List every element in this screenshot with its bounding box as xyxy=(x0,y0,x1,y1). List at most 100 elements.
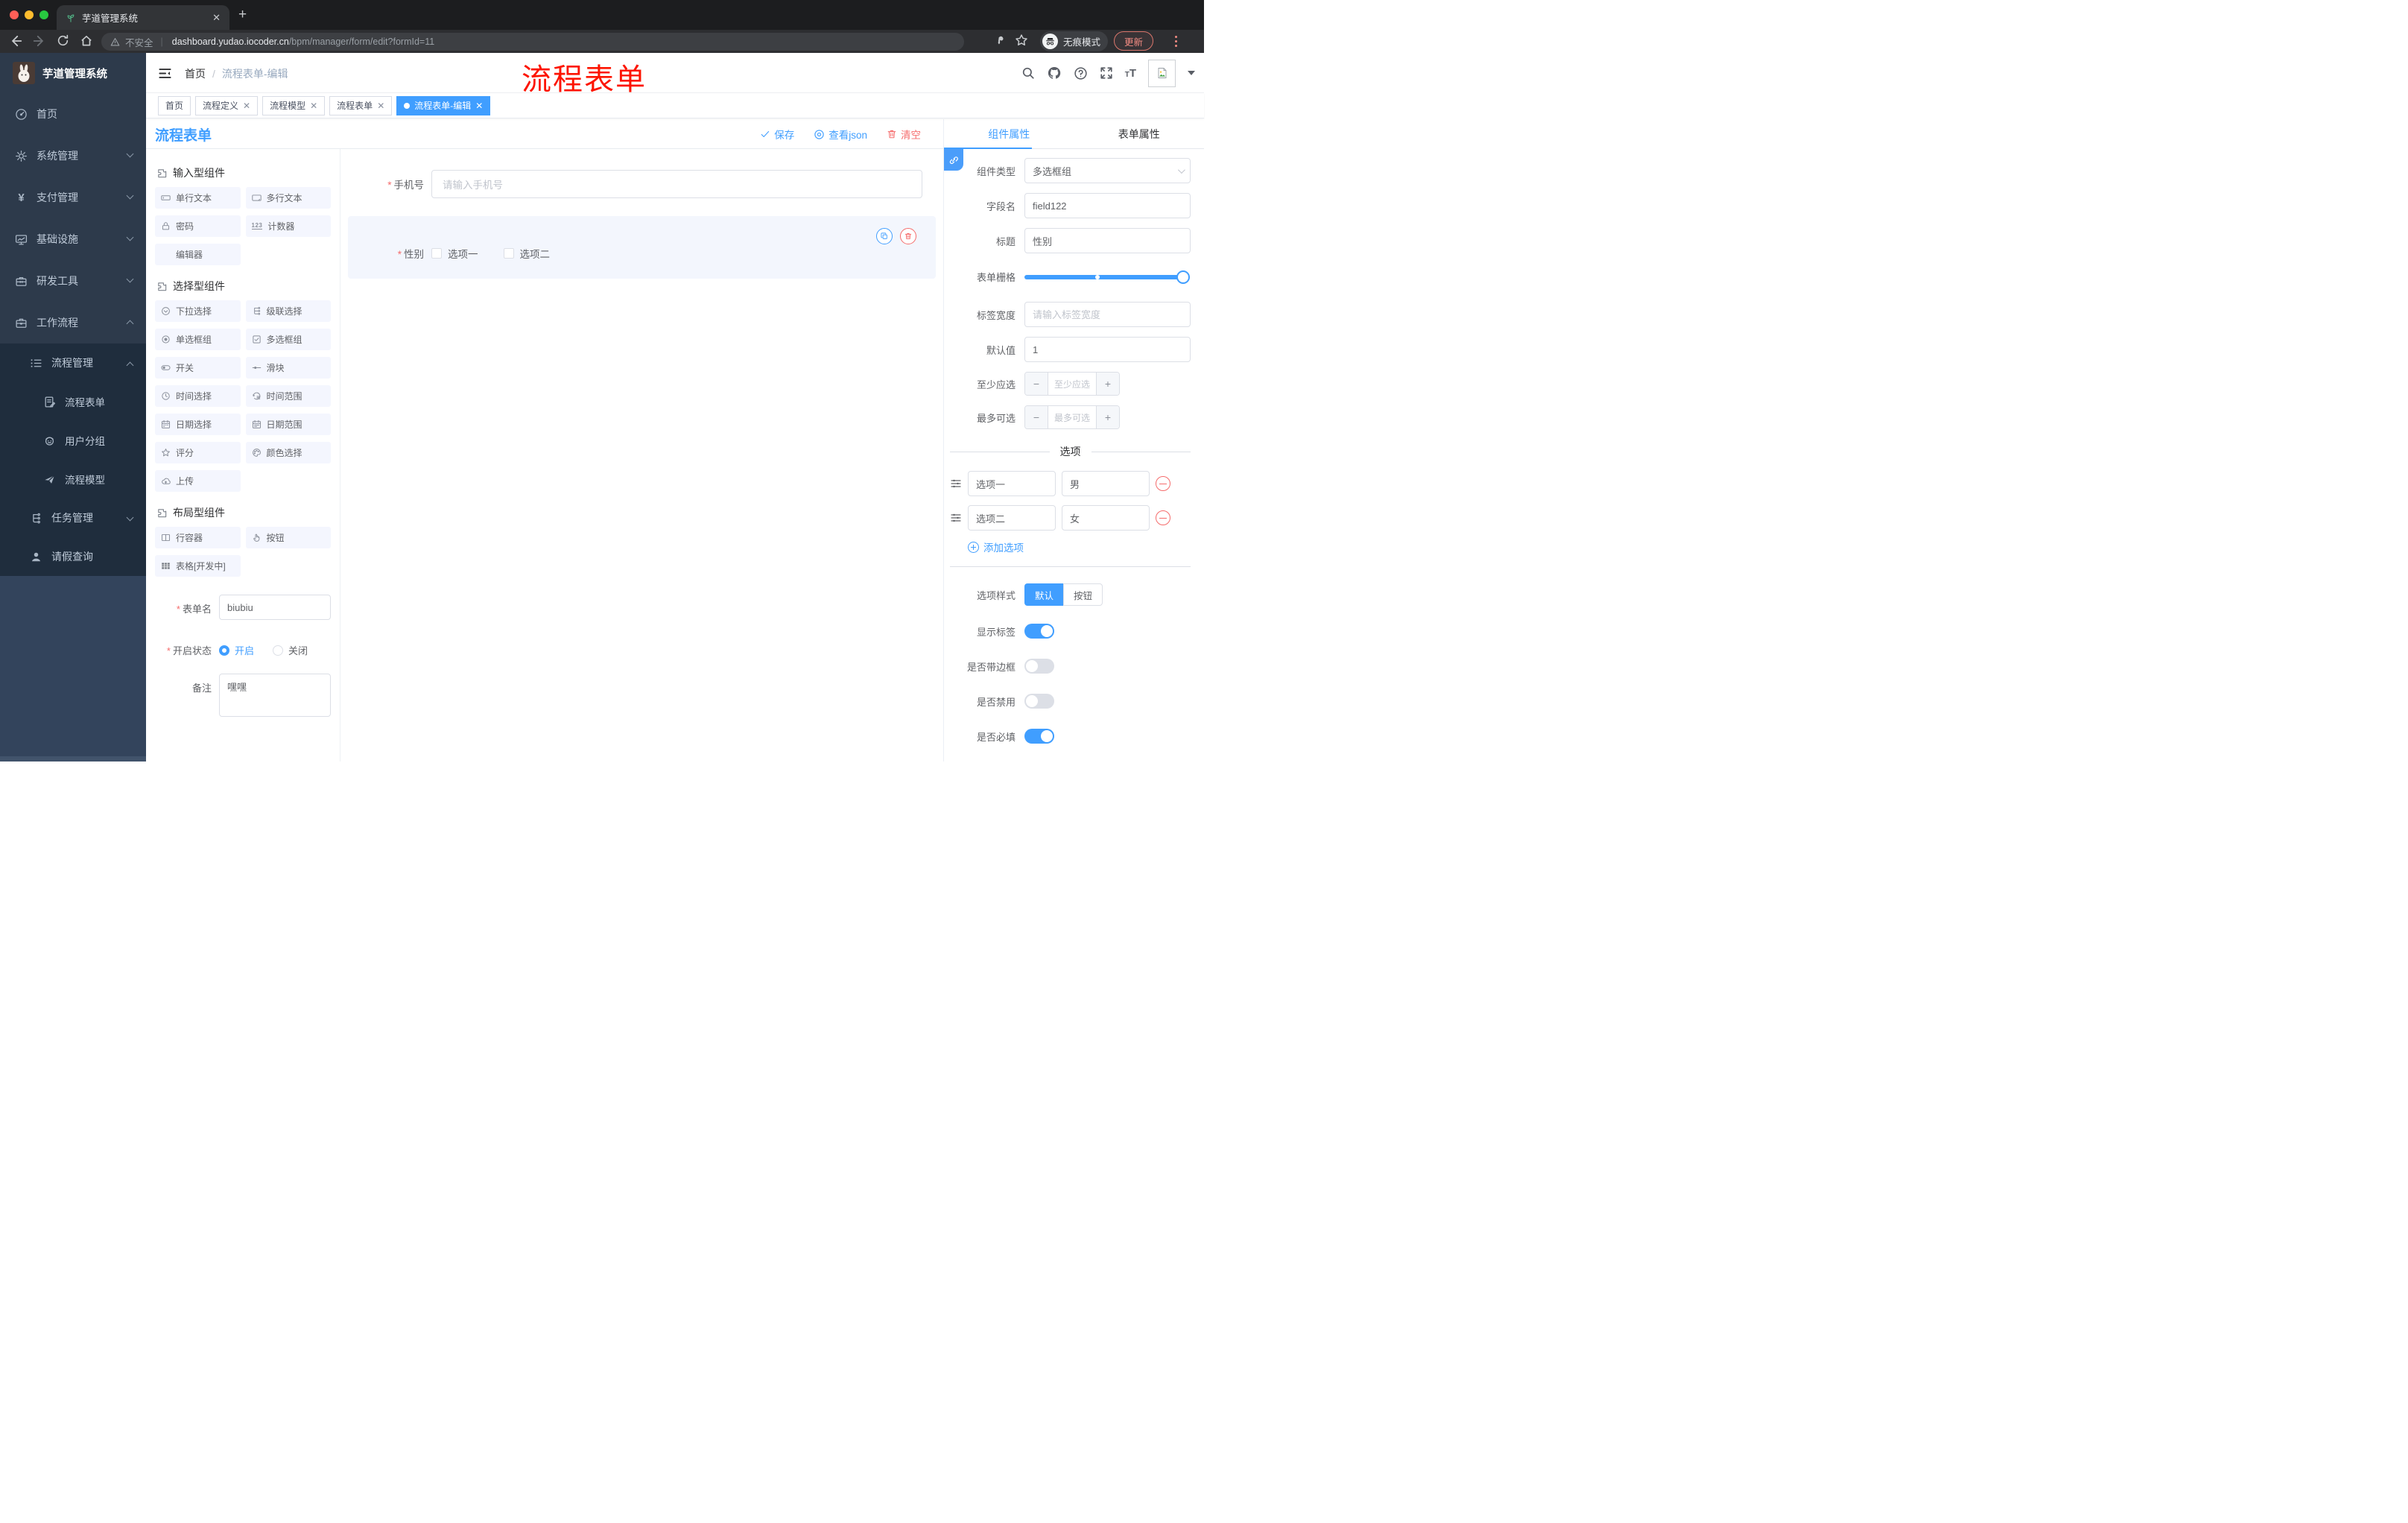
breadcrumb-home[interactable]: 首页 xyxy=(185,66,206,81)
tab-form-props[interactable]: 表单属性 xyxy=(1074,119,1205,148)
close-window-button[interactable] xyxy=(10,10,19,19)
sidebar-item-infrastructure[interactable]: 基础设施 xyxy=(0,218,146,260)
close-icon[interactable]: ✕ xyxy=(377,101,384,111)
default-value-input[interactable] xyxy=(1024,337,1191,362)
component-type-select[interactable]: 多选框组 xyxy=(1024,158,1191,183)
style-button-button[interactable]: 按钮 xyxy=(1063,583,1103,606)
sidebar-item-leave-query[interactable]: 请假查询 xyxy=(0,537,146,576)
font-size-icon[interactable]: TT xyxy=(1125,67,1136,80)
fullscreen-icon[interactable] xyxy=(1100,66,1113,80)
label-width-input[interactable] xyxy=(1024,302,1191,327)
drag-handle-icon[interactable] xyxy=(950,512,962,524)
close-icon[interactable]: ✕ xyxy=(310,101,317,111)
sidebar-item-process-mgmt[interactable]: 流程管理 xyxy=(0,343,146,382)
checkbox-option1[interactable] xyxy=(431,248,442,259)
component-upload[interactable]: 上传 xyxy=(155,470,241,492)
component-cascader[interactable]: 级联选择 xyxy=(245,300,331,322)
show-label-switch[interactable] xyxy=(1024,624,1054,639)
sidebar-item-process-model[interactable]: 流程模型 xyxy=(0,460,146,498)
forward-icon[interactable] xyxy=(33,34,46,48)
clear-button[interactable]: 清空 xyxy=(887,127,921,142)
save-button[interactable]: 保存 xyxy=(760,127,794,142)
close-icon[interactable]: ✕ xyxy=(475,101,483,111)
component-password[interactable]: 密码 xyxy=(155,215,241,237)
refresh-icon[interactable] xyxy=(57,34,69,47)
checkbox-option1-label[interactable]: 选项一 xyxy=(448,246,478,261)
component-table[interactable]: 表格[开发中] xyxy=(155,555,241,577)
tab-close-icon[interactable]: ✕ xyxy=(212,12,221,24)
component-radio-group[interactable]: 单选框组 xyxy=(155,329,241,350)
window-controls[interactable] xyxy=(10,10,48,19)
remove-option-button[interactable] xyxy=(1156,510,1170,525)
form-canvas[interactable]: * 手机号 请输入手机号 * 性别 选项一 选项二 xyxy=(340,149,943,762)
sidebar-item-system[interactable]: 系统管理 xyxy=(0,135,146,177)
max-select-value[interactable]: 最多可选 xyxy=(1048,406,1097,428)
component-checkbox-group[interactable]: 多选框组 xyxy=(245,329,331,350)
border-switch[interactable] xyxy=(1024,659,1054,674)
search-icon[interactable] xyxy=(1021,66,1035,80)
bookmark-star-icon[interactable] xyxy=(1015,34,1028,47)
option2-value-input[interactable] xyxy=(1062,505,1150,531)
form-name-input[interactable] xyxy=(219,595,331,620)
browser-update-button[interactable]: 更新 xyxy=(1114,31,1154,51)
component-slider[interactable]: 滑块 xyxy=(245,357,331,379)
sidebar-item-task-mgmt[interactable]: 任务管理 xyxy=(0,498,146,537)
avatar[interactable] xyxy=(1148,59,1176,87)
component-date-range[interactable]: 日期范围 xyxy=(245,414,331,435)
minimize-window-button[interactable] xyxy=(25,10,34,19)
zoom-window-button[interactable] xyxy=(39,10,48,19)
minus-icon[interactable]: − xyxy=(1025,373,1048,395)
radio-off-label[interactable]: 关闭 xyxy=(288,643,308,657)
duplicate-component-button[interactable] xyxy=(876,228,893,244)
drag-handle-icon[interactable] xyxy=(950,478,962,490)
checkbox-option2-label[interactable]: 选项二 xyxy=(520,246,551,261)
sidebar-logo[interactable]: 芋道管理系统 xyxy=(0,53,146,93)
grid-slider[interactable] xyxy=(1024,270,1190,284)
help-icon[interactable] xyxy=(1074,66,1088,80)
hamburger-icon[interactable] xyxy=(158,66,172,80)
browser-menu-icon[interactable] xyxy=(1175,36,1177,38)
title-input[interactable] xyxy=(1024,228,1191,253)
remove-option-button[interactable] xyxy=(1156,476,1170,491)
add-option-button[interactable]: 添加选项 xyxy=(968,539,1191,554)
option1-label-input[interactable] xyxy=(968,471,1056,496)
min-select-stepper[interactable]: − 至少应选 + xyxy=(1024,372,1120,396)
checkbox-option2[interactable] xyxy=(503,248,514,259)
remark-textarea[interactable]: 嘿嘿 xyxy=(219,674,331,717)
tag-process-definition[interactable]: 流程定义 ✕ xyxy=(195,95,259,115)
component-rate[interactable]: 评分 xyxy=(155,442,241,463)
address-bar[interactable]: 不安全 | dashboard.yudao.iocoder.cn/bpm/man… xyxy=(101,33,964,51)
component-color-picker[interactable]: 颜色选择 xyxy=(245,442,331,463)
required-switch[interactable] xyxy=(1024,729,1054,744)
component-single-text[interactable]: 单行文本 xyxy=(155,187,241,209)
new-tab-button[interactable]: + xyxy=(238,7,247,23)
sidebar-item-process-form[interactable]: 流程表单 xyxy=(0,382,146,421)
sidebar-item-devtools[interactable]: 研发工具 xyxy=(0,260,146,302)
github-icon[interactable] xyxy=(1047,66,1062,80)
component-button[interactable]: 按钮 xyxy=(245,527,331,548)
component-select[interactable]: 下拉选择 xyxy=(155,300,241,322)
plus-icon[interactable]: + xyxy=(1097,373,1119,395)
disabled-switch[interactable] xyxy=(1024,694,1054,709)
tag-process-model[interactable]: 流程模型 ✕ xyxy=(262,95,326,115)
back-icon[interactable] xyxy=(9,34,22,48)
sidebar-item-user-group[interactable]: 用户分组 xyxy=(0,421,146,460)
tab-component-props[interactable]: 组件属性 xyxy=(944,119,1074,148)
close-icon[interactable]: ✕ xyxy=(243,101,250,111)
option1-value-input[interactable] xyxy=(1062,471,1150,496)
style-default-button[interactable]: 默认 xyxy=(1024,583,1064,606)
field-name-input[interactable] xyxy=(1024,193,1191,218)
avatar-caret-icon[interactable] xyxy=(1188,71,1195,75)
canvas-field-gender-selected[interactable]: * 性别 选项一 选项二 xyxy=(348,216,936,279)
minus-icon[interactable]: − xyxy=(1025,406,1048,428)
component-editor[interactable]: 编辑器 xyxy=(155,244,241,265)
max-select-stepper[interactable]: − 最多可选 + xyxy=(1024,405,1120,429)
radio-on[interactable] xyxy=(219,645,229,656)
tag-process-form[interactable]: 流程表单 ✕ xyxy=(329,95,393,115)
tag-process-form-edit[interactable]: 流程表单-编辑 ✕ xyxy=(396,95,491,115)
component-time-picker[interactable]: 时间选择 xyxy=(155,385,241,407)
min-select-value[interactable]: 至少应选 xyxy=(1048,373,1097,395)
home-icon[interactable] xyxy=(80,34,93,48)
canvas-field-phone[interactable]: * 手机号 请输入手机号 xyxy=(340,170,922,198)
view-json-button[interactable]: 查看json xyxy=(814,127,867,142)
